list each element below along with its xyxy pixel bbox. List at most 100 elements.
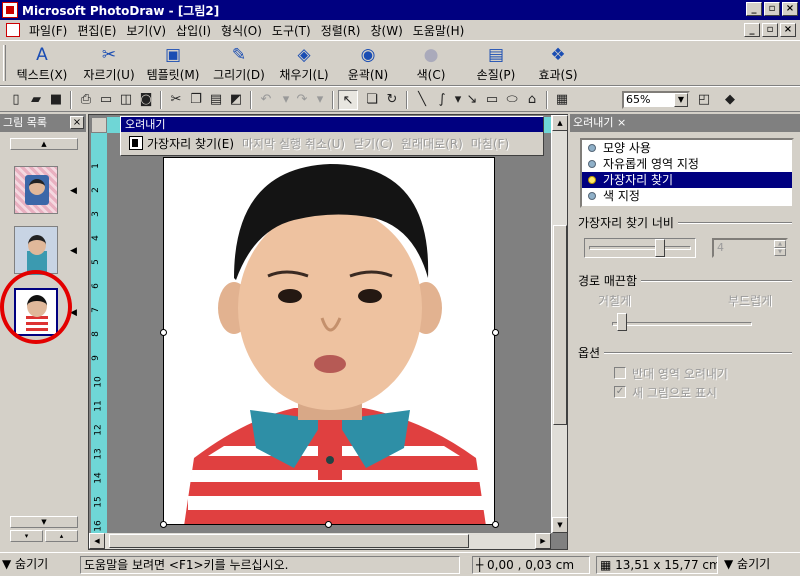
thumbnail-1-arrow-icon[interactable]: ◀: [70, 186, 77, 196]
template-button[interactable]: ▣ 템플릿(M): [142, 44, 204, 84]
new-picture-checkbox[interactable]: ✓: [614, 386, 626, 398]
scroll-left-icon[interactable]: ◀: [89, 533, 105, 549]
scroll-down-icon[interactable]: ▼: [552, 517, 568, 533]
edge-width-slider-knob[interactable]: [655, 239, 666, 257]
zoom-select[interactable]: 65% ▼: [622, 91, 690, 109]
smoothness-slider-knob[interactable]: [616, 313, 627, 331]
hide-workpane-button[interactable]: ▼ 숨기기: [724, 556, 770, 574]
reset-button[interactable]: 원래대로(R): [401, 135, 463, 152]
crop-toolbar-title[interactable]: 오려내기: [121, 117, 543, 132]
print-preview-icon[interactable]: ▭: [96, 90, 116, 110]
vertical-scrollbar[interactable]: ▲ ▼: [551, 115, 568, 533]
horizontal-scroll-thumb[interactable]: [109, 534, 469, 548]
selection-handle-left[interactable]: [160, 329, 167, 336]
menu-window[interactable]: 창(W): [366, 22, 408, 39]
edge-width-spinner[interactable]: 4 ▲ ▼: [712, 238, 788, 258]
close-button[interactable]: ×: [782, 2, 798, 16]
scroll-right-icon[interactable]: ▶: [535, 533, 551, 549]
menu-edit[interactable]: 편집(E): [72, 22, 121, 39]
finish-button[interactable]: 마침(F): [471, 135, 509, 152]
crop-mode-freeform[interactable]: 자유롭게 영역 지정: [582, 156, 792, 172]
touch-up-button[interactable]: ▤ 손질(P): [468, 44, 524, 84]
gallery-icon[interactable]: ◆: [720, 90, 740, 110]
crop-mode-shape[interactable]: 모양 사용: [582, 140, 792, 156]
menu-tools[interactable]: 도구(T): [267, 22, 316, 39]
copy-icon[interactable]: ❐: [186, 90, 206, 110]
open-icon[interactable]: ▰: [26, 90, 46, 110]
save-icon[interactable]: ■: [46, 90, 66, 110]
new-icon[interactable]: ▯: [6, 90, 26, 110]
cut-icon[interactable]: ✂: [166, 90, 186, 110]
doc-close-button[interactable]: ×: [780, 23, 796, 37]
outline-button[interactable]: ◉ 윤곽(N): [340, 44, 396, 84]
horizontal-scrollbar[interactable]: ◀ ▶: [89, 533, 551, 549]
picture-thumbnail-2[interactable]: [14, 226, 58, 275]
pointer-icon[interactable]: ↖: [338, 90, 358, 110]
redo-dropdown-icon[interactable]: ▾: [310, 90, 330, 110]
edge-width-slider[interactable]: [584, 238, 696, 258]
document-icon[interactable]: [6, 23, 20, 37]
arrow-icon[interactable]: ↘: [462, 90, 482, 110]
thumbnail-2-arrow-icon[interactable]: ◀: [70, 246, 77, 256]
toolbar-grip[interactable]: [3, 45, 6, 81]
thumb-scroll-down-button[interactable]: ▼: [10, 516, 78, 528]
draw-button[interactable]: ✎ 그리기(D): [208, 44, 270, 84]
bullet-icon: [588, 176, 596, 184]
color-button[interactable]: ● 색(C): [406, 44, 456, 84]
spin-down-icon[interactable]: ▼: [774, 248, 786, 256]
thumb-last-button[interactable]: ▴: [45, 530, 78, 542]
selection-handle-bottom-right[interactable]: [492, 521, 499, 528]
menu-help[interactable]: 도움말(H): [408, 22, 470, 39]
picture-list-close-icon[interactable]: ×: [70, 116, 84, 129]
undo-icon[interactable]: ↶: [256, 90, 276, 110]
undo-last-button[interactable]: 마지막 실행 취소(U): [242, 135, 345, 152]
minimize-button[interactable]: _: [746, 2, 762, 16]
photodraw-app-icon[interactable]: [2, 2, 18, 18]
ellipse-icon[interactable]: ⬭: [502, 90, 522, 110]
vertical-scroll-thumb[interactable]: [553, 225, 567, 425]
doc-restore-button[interactable]: ▫: [762, 23, 778, 37]
camera-icon[interactable]: ◙: [136, 90, 156, 110]
close-crop-button[interactable]: 닫기(C): [353, 135, 393, 152]
text-button[interactable]: A 텍스트(X): [10, 44, 74, 84]
group-icon[interactable]: ❏: [362, 90, 382, 110]
picture-thumbnail-1[interactable]: [14, 166, 58, 214]
thumb-first-button[interactable]: ▾: [10, 530, 43, 542]
selection-handle-bottom-left[interactable]: [160, 521, 167, 528]
menu-view[interactable]: 보기(V): [121, 22, 171, 39]
doc-minimize-button[interactable]: _: [744, 23, 760, 37]
properties-icon[interactable]: ▦: [552, 90, 572, 110]
crop-mode-edge-finder[interactable]: 가장자리 찾기: [582, 172, 792, 188]
thumb-scroll-up-button[interactable]: ▲: [10, 138, 78, 150]
rectangle-icon[interactable]: ▭: [482, 90, 502, 110]
autoshape-icon[interactable]: ⌂: [522, 90, 542, 110]
menu-insert[interactable]: 삽입(I): [171, 22, 216, 39]
paste-special-icon[interactable]: ◩: [226, 90, 246, 110]
scan-icon[interactable]: ◫: [116, 90, 136, 110]
selection-handle-right[interactable]: [492, 329, 499, 336]
spin-up-icon[interactable]: ▲: [774, 240, 786, 248]
line-icon[interactable]: ╲: [412, 90, 432, 110]
print-icon[interactable]: ⎙: [76, 90, 96, 110]
scroll-up-icon[interactable]: ▲: [552, 115, 568, 131]
invert-crop-checkbox[interactable]: [614, 367, 626, 379]
cut-button[interactable]: ✂ 자르기(U): [78, 44, 140, 84]
fit-to-window-icon[interactable]: ◰: [694, 90, 714, 110]
find-edge-button[interactable]: 가장자리 찾기(E): [147, 135, 234, 152]
paste-icon[interactable]: ▤: [206, 90, 226, 110]
menu-format[interactable]: 형식(O): [216, 22, 267, 39]
maximize-button[interactable]: ▫: [764, 2, 780, 16]
rotate-icon[interactable]: ↻: [382, 90, 402, 110]
fill-button[interactable]: ◈ 채우기(L): [274, 44, 334, 84]
selection-handle-bottom[interactable]: [325, 521, 332, 528]
picture-canvas[interactable]: [163, 157, 495, 525]
menu-file[interactable]: 파일(F): [24, 22, 72, 39]
hide-picture-list-button[interactable]: ▼ 숨기기: [2, 556, 48, 574]
redo-icon[interactable]: ↷: [292, 90, 312, 110]
crop-mode-color[interactable]: 색 지정: [582, 188, 792, 204]
smoothness-track[interactable]: [612, 322, 752, 326]
workpane-close-icon[interactable]: ×: [617, 116, 626, 129]
effects-button[interactable]: ❖ 효과(S): [528, 44, 588, 84]
chevron-down-icon[interactable]: ▼: [674, 93, 688, 107]
menu-arrange[interactable]: 정렬(R): [316, 22, 366, 39]
